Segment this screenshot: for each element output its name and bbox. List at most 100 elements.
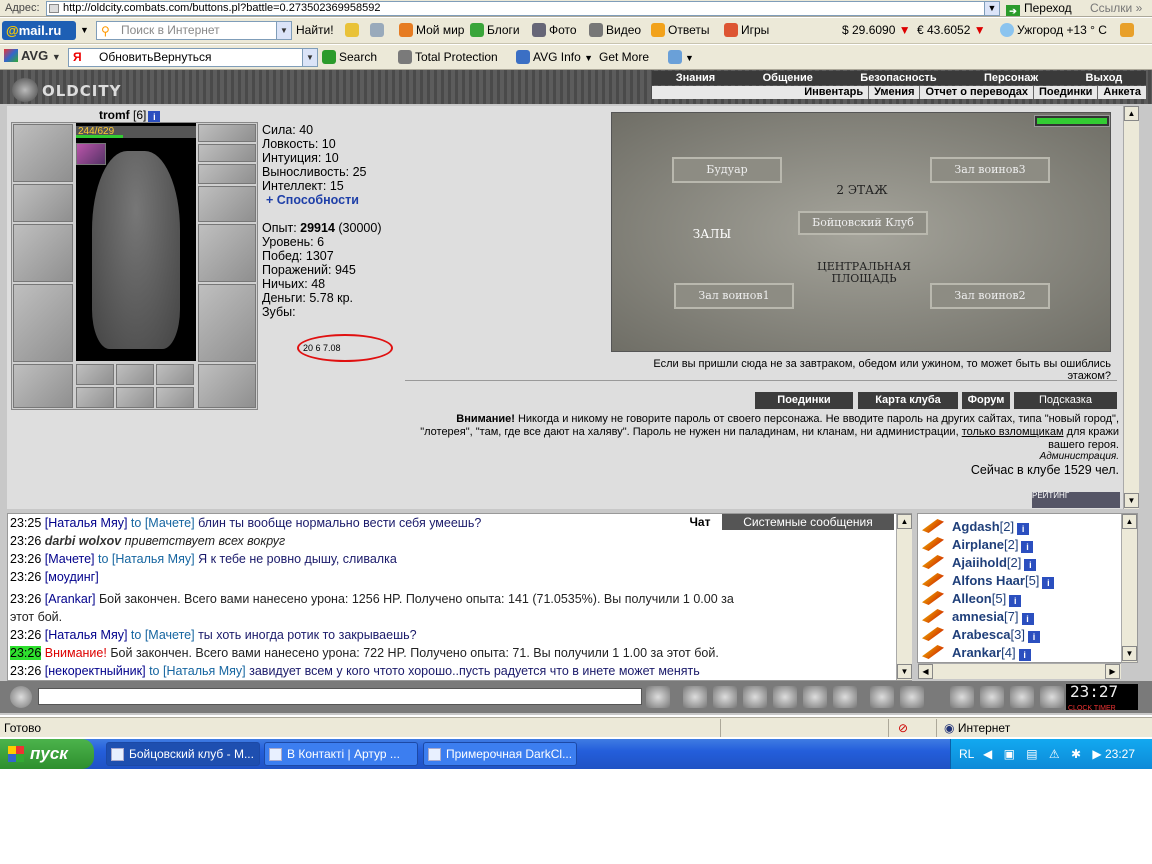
slot-small-4[interactable] — [76, 387, 114, 408]
crackers-link[interactable]: только взломщикам — [962, 426, 1064, 438]
chat-time[interactable]: 23:26 — [10, 534, 41, 548]
chat-time[interactable]: 23:26 — [10, 570, 41, 584]
smiley-icon[interactable] — [870, 686, 894, 708]
users-scroll-right[interactable]: ▶ — [1105, 664, 1120, 679]
subnav-fights[interactable]: Поединки — [1033, 86, 1097, 99]
chat-nick[interactable]: Внимание! — [45, 646, 107, 660]
nav-communication[interactable]: Общение — [763, 71, 813, 85]
chat-time[interactable]: 23:26 — [10, 628, 41, 642]
chat-nick[interactable]: [моудинг] — [45, 570, 99, 584]
task-dressing-room[interactable]: Примерочная DarkCl... — [423, 742, 577, 766]
user-list-item[interactable]: Agdash[2] i — [922, 518, 1030, 536]
slot-small-5[interactable] — [116, 387, 154, 408]
save-icon[interactable] — [743, 686, 767, 708]
subnav-transfer-report[interactable]: Отчет о переводах — [919, 86, 1033, 99]
info-icon[interactable]: i — [1017, 523, 1030, 535]
chat-nick[interactable]: [Наталья Мяу] — [45, 628, 128, 642]
user-list-item[interactable]: amnesia[7] i — [922, 608, 1034, 626]
tab-system-messages[interactable]: Системные сообщения — [722, 514, 894, 530]
chat-input[interactable] — [38, 688, 642, 705]
bracers-slot[interactable] — [13, 184, 73, 222]
users-scroll-left[interactable]: ◀ — [918, 664, 933, 679]
yandex-dropdown[interactable]: ▼ — [302, 49, 317, 66]
popup-blocked-icon[interactable]: ⊘ — [898, 721, 908, 735]
user-name[interactable]: Arankar — [952, 645, 1001, 660]
effect-icon[interactable] — [76, 143, 106, 165]
abilities-link[interactable]: + Способности — [266, 193, 359, 207]
user-list-item[interactable]: Arabesca[3] i — [922, 626, 1041, 644]
chat-nick[interactable]: [некоректныйник] — [45, 664, 146, 678]
info-icon[interactable]: i — [1021, 613, 1034, 625]
clip-icon[interactable] — [370, 22, 387, 38]
fights-button[interactable]: Поединки — [755, 392, 853, 409]
address-dropdown-button[interactable]: ▼ — [984, 1, 1000, 16]
user-name[interactable]: amnesia — [952, 609, 1004, 624]
swords-icon[interactable] — [922, 555, 944, 569]
toolbar-item-moi-mir[interactable]: Мой мир — [399, 22, 464, 38]
users-scroll-down[interactable]: ▼ — [1122, 646, 1137, 661]
exit-icon[interactable] — [1040, 686, 1064, 708]
find-button[interactable]: Найти! — [296, 22, 334, 38]
info-icon[interactable]: i — [1028, 631, 1041, 643]
forum-button[interactable]: Форум — [962, 392, 1010, 409]
chat-nick[interactable]: darbi wolxov — [45, 534, 121, 548]
links-button[interactable]: Ссылки » — [1090, 0, 1142, 16]
send-icon[interactable] — [646, 686, 670, 708]
task-fight-club[interactable]: Бойцовский клуб - M... — [106, 742, 260, 766]
nav-security[interactable]: Безопасность — [860, 71, 936, 85]
subnav-skills[interactable]: Умения — [868, 86, 919, 99]
gloves-slot[interactable] — [198, 186, 256, 222]
belt-slot[interactable] — [13, 364, 73, 408]
rating-banner[interactable]: РЕЙТИНГ — [1032, 492, 1120, 508]
room-warriors-3[interactable]: Зал воинов3 — [930, 157, 1050, 183]
user-name[interactable]: Ajaiihold — [952, 555, 1007, 570]
halls-label[interactable]: ЗАЛЫ — [682, 227, 742, 245]
user-name[interactable]: Alleon — [952, 591, 992, 606]
language-indicator[interactable]: RL — [959, 739, 974, 769]
swords-icon[interactable] — [922, 519, 944, 533]
inventory-icon[interactable] — [950, 686, 974, 708]
nav-character[interactable]: Персонаж — [984, 71, 1038, 85]
swords-icon[interactable] — [922, 627, 944, 641]
subnav-inventory[interactable]: Инвентарь — [799, 86, 868, 99]
extra-menu-icon[interactable]: ▼ — [668, 49, 694, 66]
fight-icon[interactable] — [980, 686, 1004, 708]
user-name[interactable]: Arabesca — [952, 627, 1011, 642]
info-icon[interactable]: i — [1018, 649, 1031, 661]
actions-icon[interactable] — [773, 686, 797, 708]
users-scroll-up[interactable]: ▲ — [1122, 514, 1137, 529]
mailru-menu-arrow[interactable]: ▼ — [80, 22, 89, 38]
pen-icon[interactable] — [345, 22, 362, 38]
chat-recipient[interactable]: to [Мачете] — [131, 628, 195, 642]
filter-icon[interactable] — [713, 686, 737, 708]
swords-icon[interactable] — [922, 573, 944, 587]
game-clock[interactable]: 23:27 CLOCK TIMER — [1066, 684, 1138, 712]
slot-small-2[interactable] — [116, 364, 154, 385]
room-boudoir[interactable]: Будуар — [672, 157, 782, 183]
user-name[interactable]: Agdash — [952, 519, 1000, 534]
chat-recipient[interactable]: to [Мачете] — [131, 516, 195, 530]
nav-exit[interactable]: Выход — [1086, 71, 1123, 85]
info-icon[interactable]: i — [1009, 595, 1022, 607]
club-map-button[interactable]: Карта клуба — [858, 392, 958, 409]
room-fight-club[interactable]: Бойцовский Клуб — [798, 211, 928, 235]
swords-icon[interactable] — [922, 537, 944, 551]
toolbar-item-games[interactable]: Игры — [724, 22, 769, 38]
armor-slot[interactable] — [13, 284, 73, 362]
address-input[interactable]: http://oldcity.combats.com/buttons.pl?ba… — [46, 1, 1000, 16]
main-scrollbar[interactable]: ▲ ▼ — [1123, 106, 1139, 509]
user-list-item[interactable]: Airplane[2] i — [922, 536, 1034, 554]
chat-recipient[interactable]: to [Наталья Мяу] — [149, 664, 246, 678]
swords-icon[interactable] — [922, 591, 944, 605]
toolbar-item-video[interactable]: Видео — [589, 22, 641, 38]
user-name[interactable]: Airplane — [952, 537, 1004, 552]
tray-clock[interactable]: 23:27 — [1105, 739, 1135, 769]
rings-slot[interactable] — [198, 164, 256, 184]
chat-nick[interactable]: [Мачете] — [45, 552, 95, 566]
slot-small-6[interactable] — [156, 387, 194, 408]
chat-recipient[interactable]: to [Наталья Мяу] — [98, 552, 195, 566]
shield-slot[interactable] — [198, 224, 256, 282]
subnav-profile[interactable]: Анкета — [1097, 86, 1146, 99]
tray-icons[interactable]: ◀ ▣ ▤ ⚠ ✱ ▶ — [983, 739, 1106, 769]
boots-slot[interactable] — [198, 364, 256, 408]
